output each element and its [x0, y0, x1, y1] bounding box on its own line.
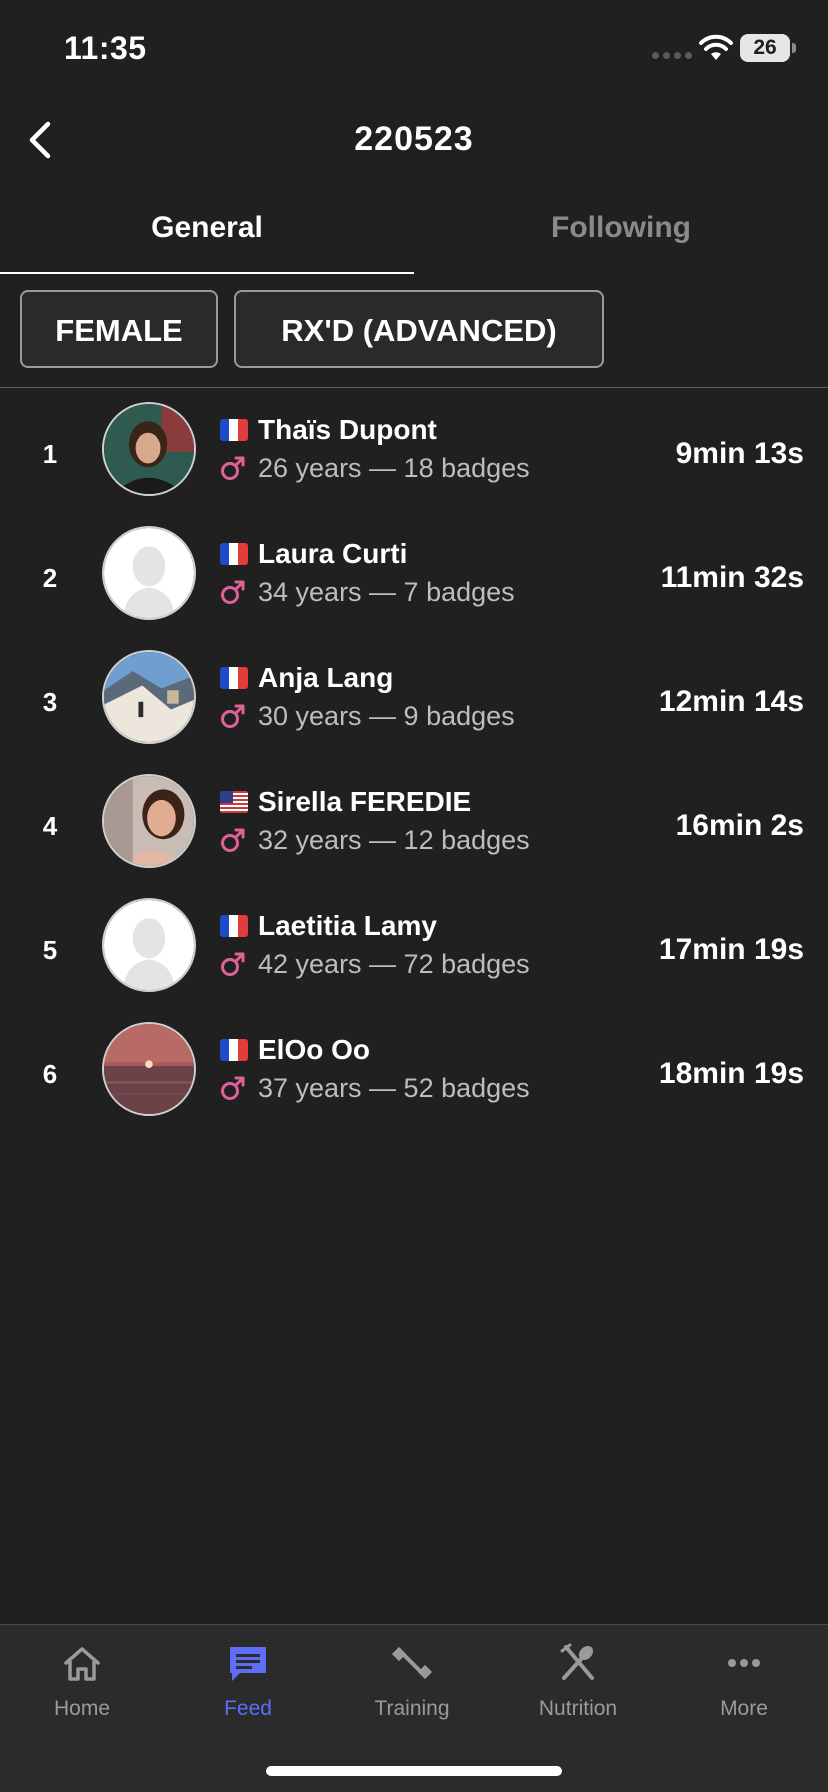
nav-training[interactable]: Training — [342, 1641, 482, 1737]
athlete-name: Laura Curti — [258, 538, 408, 569]
athlete-meta-line: 26 years — 18 badges — [220, 450, 530, 486]
leaderboard-row[interactable]: 1 Thaïs Dupont 26 years — 18 badges 9min… — [0, 392, 828, 516]
athlete-meta: 34 years — 7 badges — [258, 576, 515, 607]
athlete-name-line: Laetitia Lamy — [220, 908, 437, 944]
athlete-name: Laetitia Lamy — [258, 910, 437, 941]
more-icon — [728, 1659, 760, 1667]
home-indicator[interactable] — [266, 1766, 562, 1776]
athlete-name: Thaïs Dupont — [258, 414, 437, 445]
page-title: 220523 — [354, 120, 474, 158]
male-symbol-icon — [220, 951, 246, 977]
nav-more[interactable]: More — [674, 1641, 814, 1737]
cellular-signal-icon — [652, 52, 692, 59]
divider — [0, 387, 828, 388]
default-silhouette-icon — [104, 900, 194, 990]
nav-training-label: Training — [374, 1697, 450, 1720]
male-symbol-icon — [220, 579, 246, 605]
flag-france-icon — [220, 543, 248, 565]
leaderboard-list: 1 Thaïs Dupont 26 years — 18 badges 9min… — [0, 392, 828, 1136]
athlete-meta: 42 years — 72 badges — [258, 948, 530, 979]
filter-row: FEMALE RX'D (ADVANCED) — [0, 290, 828, 372]
dumbbell-icon — [391, 1646, 433, 1680]
battery-icon: 26 — [740, 34, 790, 62]
nav-nutrition-label: Nutrition — [538, 1697, 618, 1720]
score-time: 11min 32s — [660, 561, 804, 594]
athlete-meta-line: 32 years — 12 badges — [220, 822, 530, 858]
rank-number: 5 — [42, 935, 58, 965]
tab-following[interactable]: Following — [414, 190, 828, 274]
tab-general[interactable]: General — [0, 190, 414, 274]
avatar-photo-landscape — [104, 652, 194, 742]
status-bar: 11:35 26 — [0, 0, 828, 100]
default-silhouette-icon — [104, 528, 194, 618]
active-tab-indicator — [0, 272, 414, 274]
tab-bar-top: General Following — [0, 190, 828, 274]
rank-number: 2 — [42, 563, 58, 593]
athlete-name: ElOo Oo — [258, 1034, 370, 1065]
avatar-photo-sunset — [104, 1024, 194, 1114]
level-filter-chip[interactable]: RX'D (ADVANCED) — [234, 290, 604, 368]
male-symbol-icon — [220, 703, 246, 729]
avatar[interactable] — [102, 898, 196, 992]
athlete-name-line: Anja Lang — [220, 660, 393, 696]
avatar-photo-portrait — [104, 404, 194, 494]
athlete-meta-line: 37 years — 52 badges — [220, 1070, 530, 1106]
battery-tip — [792, 43, 796, 53]
wifi-icon — [699, 34, 733, 60]
fork-spoon-icon — [560, 1643, 594, 1680]
flag-france-icon — [220, 1039, 248, 1061]
athlete-meta: 26 years — 18 badges — [258, 452, 530, 483]
leaderboard-row[interactable]: 6 ElOo Oo 37 years — 52 badges 18min 19s — [0, 1012, 828, 1136]
flag-france-icon — [220, 419, 248, 441]
avatar[interactable] — [102, 650, 196, 744]
athlete-meta-line: 34 years — 7 badges — [220, 574, 515, 610]
score-time: 16min 2s — [675, 809, 804, 842]
home-icon — [64, 1647, 100, 1681]
flag-france-icon — [220, 667, 248, 689]
athlete-meta: 30 years — 9 badges — [258, 700, 515, 731]
gender-filter-chip[interactable]: FEMALE — [20, 290, 218, 368]
leaderboard-row[interactable]: 3 Anja Lang 30 years — 9 badges 12min 14… — [0, 640, 828, 764]
nav-home[interactable]: Home — [12, 1641, 152, 1737]
athlete-name-line: Laura Curti — [220, 536, 407, 572]
nav-nutrition[interactable]: Nutrition — [508, 1641, 648, 1737]
athlete-meta: 32 years — 12 badges — [258, 824, 530, 855]
score-time: 17min 19s — [658, 933, 804, 966]
leaderboard-row[interactable]: 4 Sirella FEREDIE 32 years — 12 badges 1… — [0, 764, 828, 888]
male-symbol-icon — [220, 1075, 246, 1101]
athlete-name-line: Sirella FEREDIE — [220, 784, 471, 820]
score-time: 9min 13s — [675, 437, 804, 470]
flag-france-icon — [220, 915, 248, 937]
rank-number: 4 — [42, 811, 58, 841]
score-time: 18min 19s — [658, 1057, 804, 1090]
status-time: 11:35 — [64, 30, 147, 66]
avatar-photo-selfie — [104, 776, 194, 866]
athlete-meta: 37 years — 52 badges — [258, 1072, 530, 1103]
athlete-name: Anja Lang — [258, 662, 394, 693]
avatar[interactable] — [102, 402, 196, 496]
nav-header: 220523 — [0, 100, 828, 180]
flag-usa-icon — [220, 791, 248, 813]
avatar[interactable] — [102, 774, 196, 868]
nav-feed-label: Feed — [224, 1697, 272, 1720]
male-symbol-icon — [220, 827, 246, 853]
leaderboard-row[interactable]: 2 Laura Curti 34 years — 7 badges 11min … — [0, 516, 828, 640]
avatar[interactable] — [102, 526, 196, 620]
rank-number: 3 — [42, 687, 58, 717]
athlete-name: Sirella FEREDIE — [258, 786, 472, 817]
rank-number: 1 — [42, 439, 58, 469]
athlete-name-line: Thaïs Dupont — [220, 412, 437, 448]
leaderboard-row[interactable]: 5 Laetitia Lamy 42 years — 72 badges 17m… — [0, 888, 828, 1012]
nav-home-label: Home — [53, 1697, 111, 1720]
feed-icon — [230, 1647, 266, 1681]
score-time: 12min 14s — [658, 685, 804, 718]
male-symbol-icon — [220, 455, 246, 481]
athlete-meta-line: 30 years — 9 badges — [220, 698, 515, 734]
rank-number: 6 — [42, 1059, 58, 1089]
athlete-meta-line: 42 years — 72 badges — [220, 946, 530, 982]
nav-more-label: More — [720, 1697, 768, 1720]
avatar[interactable] — [102, 1022, 196, 1116]
nav-feed[interactable]: Feed — [178, 1641, 318, 1737]
athlete-name-line: ElOo Oo — [220, 1032, 370, 1068]
